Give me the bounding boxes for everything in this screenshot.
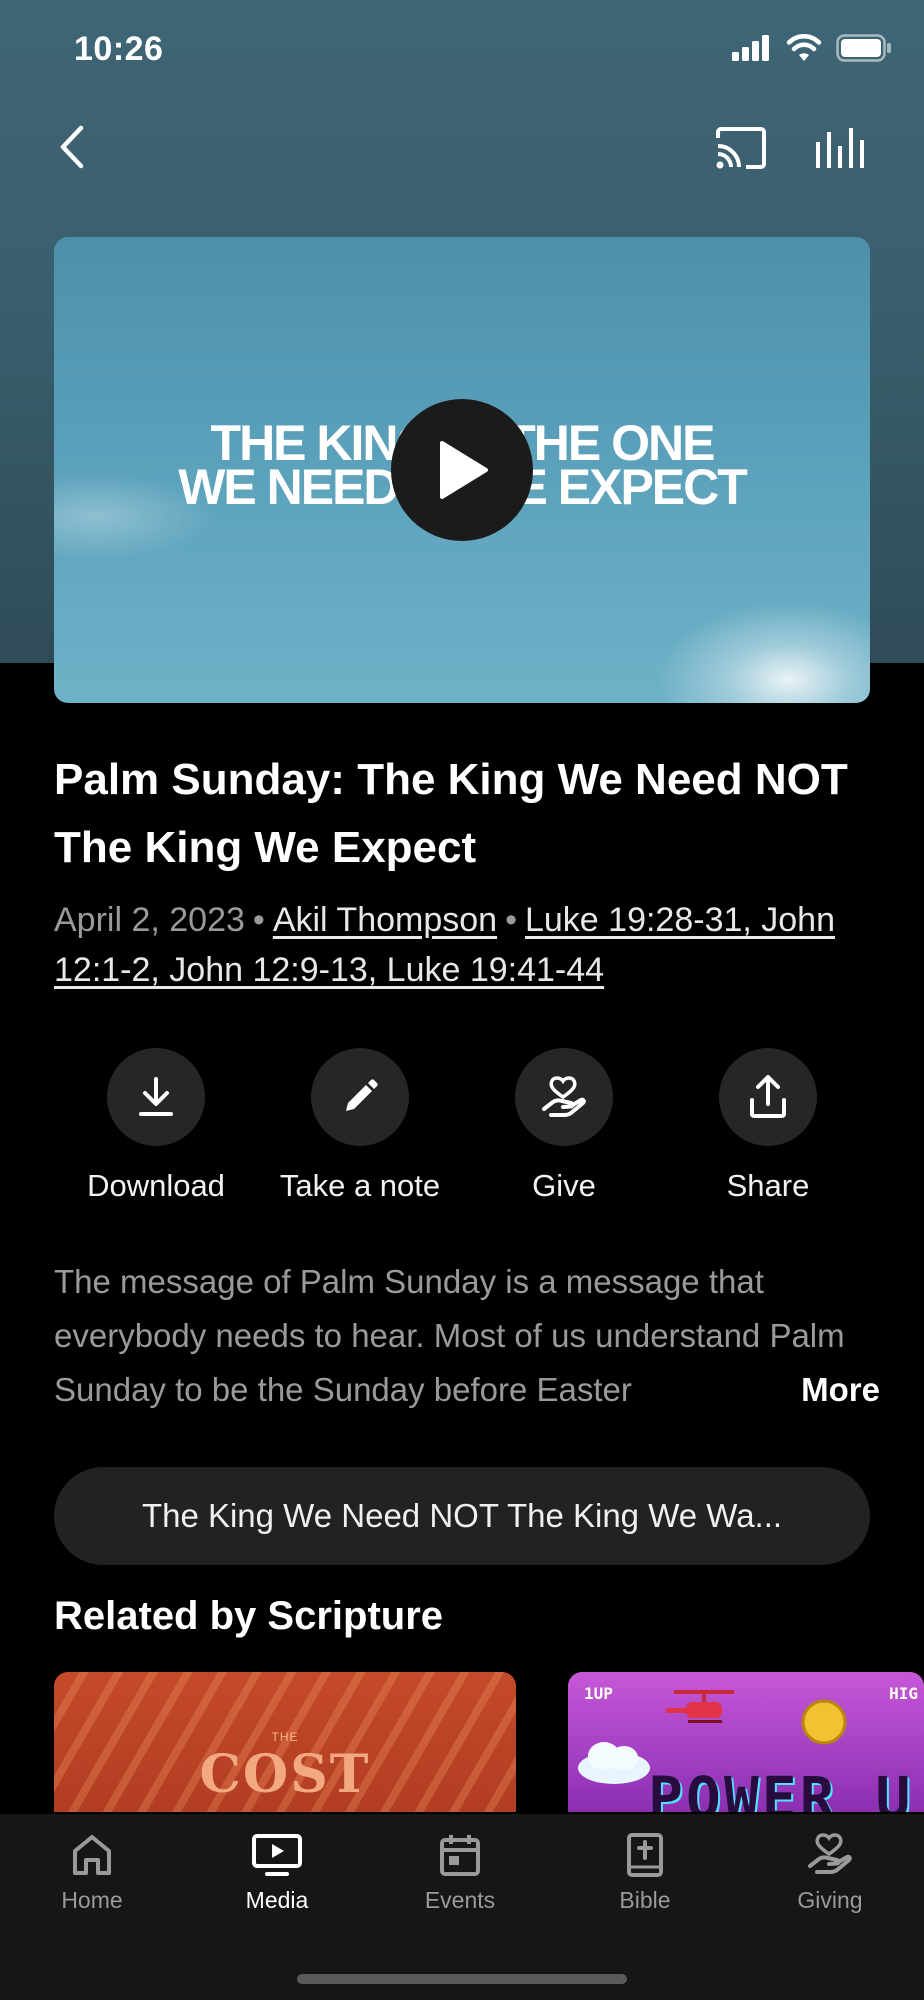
download-label: Download <box>87 1168 225 1203</box>
tab-bible[interactable]: Bible <box>565 1832 725 1914</box>
tab-media-label: Media <box>245 1887 309 1913</box>
sermon-date: April 2, 2023 <box>54 901 245 939</box>
share-label: Share <box>726 1168 810 1203</box>
download-circle <box>107 1048 205 1146</box>
bible-icon <box>627 1833 663 1877</box>
tab-media[interactable]: Media <box>197 1832 357 1914</box>
play-icon <box>440 441 488 499</box>
audio-button[interactable] <box>804 116 878 180</box>
download-button[interactable]: Download <box>54 1048 258 1204</box>
tab-events[interactable]: Events <box>380 1832 540 1914</box>
card-hud-left: 1UP <box>584 1684 613 1703</box>
series-pill-button[interactable]: The King We Need NOT The King We Wa... <box>54 1467 870 1565</box>
helicopter-icon <box>666 1690 734 1723</box>
sermon-meta: April 2, 2023 • Akil Thompson • Luke 19:28-3… <box>54 895 874 995</box>
card-title-art: POWER U <box>648 1764 914 1812</box>
coin-icon <box>801 1699 847 1745</box>
action-row: Download Take a note Give Share <box>54 1048 870 1208</box>
related-card[interactable]: THE COST <box>54 1672 516 1812</box>
battery-icon <box>836 34 891 62</box>
tab-home-label: Home <box>61 1887 123 1913</box>
tab-bible-label: Bible <box>619 1887 671 1913</box>
giving-hand-heart-icon <box>542 1076 586 1117</box>
give-label: Give <box>532 1168 596 1203</box>
related-section-title: Related by Scripture <box>54 1594 444 1638</box>
take-note-circle <box>311 1048 409 1146</box>
give-circle <box>515 1048 613 1146</box>
separator-dot: • <box>505 901 517 939</box>
audio-bars-icon <box>816 128 864 168</box>
share-icon <box>750 1075 786 1118</box>
give-button[interactable]: Give <box>462 1048 666 1204</box>
sermon-title: Palm Sunday: The King We Need NOT The Ki… <box>54 755 848 872</box>
tab-giving[interactable]: Giving <box>750 1832 910 1914</box>
card-small-text: THE <box>271 1730 299 1744</box>
card-title-art: COST <box>199 1744 371 1805</box>
wifi-icon <box>786 34 822 61</box>
share-circle <box>719 1048 817 1146</box>
download-icon <box>139 1077 173 1116</box>
tab-bar: Home Media Events Bible Giving <box>0 1814 924 2000</box>
speaker-link[interactable]: Akil Thompson <box>273 901 497 939</box>
take-note-button[interactable]: Take a note <box>258 1048 462 1204</box>
separator-dot: • <box>252 901 265 939</box>
giving-hand-heart-icon <box>808 1833 852 1874</box>
cloud-icon <box>578 1742 650 1784</box>
status-icons <box>732 34 892 62</box>
cast-button[interactable] <box>704 116 778 180</box>
status-time: 10:26 <box>74 30 164 68</box>
video-player[interactable]: THE KING — THE ONE WE NEED — WE EXPECT <box>54 237 870 703</box>
status-bar: 10:26 <box>0 0 924 100</box>
tab-events-label: Events <box>424 1887 496 1913</box>
card-hud-right: HIG <box>889 1684 918 1703</box>
chevron-left-icon <box>60 125 84 169</box>
cast-icon <box>716 127 766 169</box>
share-button[interactable]: Share <box>666 1048 870 1204</box>
pencil-icon <box>346 1079 378 1111</box>
take-note-label: Take a note <box>279 1168 441 1203</box>
tab-home[interactable]: Home <box>12 1832 172 1914</box>
back-button[interactable] <box>40 110 104 184</box>
calendar-icon <box>440 1835 480 1876</box>
home-icon <box>73 1835 111 1875</box>
related-card[interactable]: 1UP HIG POWER U <box>568 1672 924 1812</box>
signal-icon <box>732 35 769 61</box>
home-indicator <box>297 1974 627 1984</box>
sermon-description: The message of Palm Sunday is a message … <box>54 1263 845 1408</box>
tab-giving-label: Giving <box>797 1887 863 1913</box>
more-button[interactable]: More <box>760 1362 890 1418</box>
tv-icon <box>252 1834 302 1876</box>
play-button[interactable] <box>391 399 533 541</box>
